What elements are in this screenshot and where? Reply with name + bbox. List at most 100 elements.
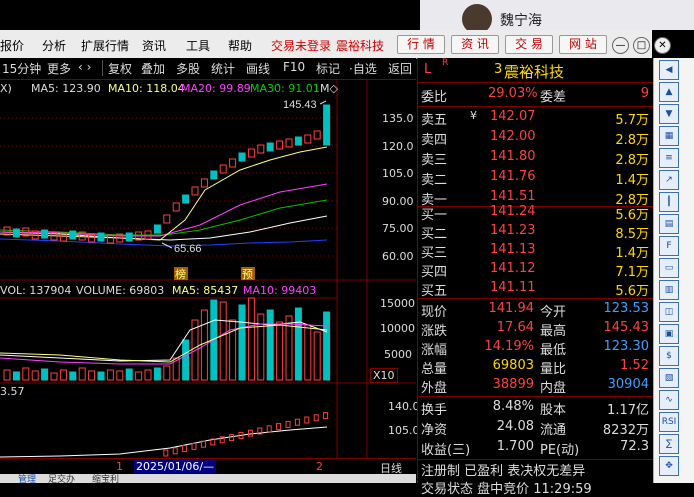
kline-chart[interactable]: 145.43 65.66 榜 预 [0,80,416,458]
menu-tools[interactable]: 工具 [186,37,210,54]
tab-item[interactable]: 足交办 [48,472,75,485]
stat-label: PE(动) [540,443,580,458]
stat-value: 1.700 [496,439,534,454]
tool-multi[interactable]: 多股 [176,60,200,77]
news-button[interactable]: 资 讯 [451,35,499,54]
wave-icon[interactable]: ∿ [659,390,679,410]
candle [266,142,274,152]
price-tick: 60.00 [382,250,414,263]
stock-icon[interactable]: $ [659,346,679,366]
volume-bar [266,309,274,381]
quote-row: 买四 141.12 7.1万 [418,260,653,280]
quote-row: 总量 69803 量比 1.52 [418,357,653,377]
stat-value: 24.08 [496,419,534,434]
stat-value: 30904 [607,377,649,392]
volume-bar [276,321,284,381]
volume-bar [313,331,321,381]
candle [276,140,284,150]
more-button[interactable]: 更多 [47,60,71,77]
volume-bar [78,367,86,381]
tool-overlay[interactable]: 叠加 [141,60,165,77]
menu-quote[interactable]: 报价 [0,37,24,54]
rsi-icon[interactable]: RSI [659,412,679,432]
tool-mark[interactable]: 标记 [316,60,340,77]
stat-label: 现价 [421,305,448,320]
quote-row: 卖二 141.76 1.4万 [418,168,653,188]
tab-manage[interactable]: 管理 [18,472,36,485]
kline-icon[interactable]: ┃ [659,192,679,212]
candle [238,152,246,162]
stat-value: 14.19% [484,339,534,354]
tool-f10[interactable]: F10 [283,60,305,74]
nav-arrows[interactable]: ‹ › [78,60,91,74]
buy-level-label: 买二 [421,227,448,242]
stat-value: 123.53 [603,301,650,316]
weibi-value: 29.03% [488,86,538,101]
buy-volume: 5.6万 [615,284,649,299]
tag-rank: 榜 [175,267,186,281]
menu-analysis[interactable]: 分析 [42,37,66,54]
minimize-button[interactable]: — [612,37,629,54]
volume-bar [3,369,11,381]
indicator-bar [172,447,178,455]
tab-item[interactable]: 缩宝利 [92,472,119,485]
list-icon[interactable]: ≡ [659,148,679,168]
weicha-label: 委差 [540,90,567,105]
volume-bar [323,311,331,381]
tool-stats[interactable]: 统计 [211,60,235,77]
bottom-tabs: 管理 足交办 缩宝利 [0,472,416,485]
price-tick: 90.00 [382,195,414,208]
volume-bar [41,368,49,381]
tool-watchlist[interactable]: ·自选 [349,60,377,77]
menu-news[interactable]: 资讯 [142,37,166,54]
price-tick: 75.00 [382,222,414,235]
tool-back[interactable]: 返回 [388,60,412,77]
sell-level-label: 卖三 [421,153,448,168]
volume-bar [12,371,20,381]
buy-volume: 7.1万 [615,265,649,280]
maximize-button[interactable]: □ [633,37,650,54]
f10-icon[interactable]: F [659,236,679,256]
vol-ma5: MA5: 85437 [172,284,239,297]
stat-value: 1.17亿 [607,403,649,418]
mark-r: R [442,58,449,68]
menu-help[interactable]: 帮助 [228,37,252,54]
period-selector[interactable]: 15分钟 [2,60,41,77]
stat-value: 69803 [492,358,534,373]
arrow-left-icon[interactable]: ◀ [659,60,679,80]
volume-bar [304,324,312,381]
chart-icon[interactable]: ▥ [659,280,679,300]
quote-row: 外盘 38899 内盘 30904 [418,376,653,396]
stat-label: 股本 [540,403,567,418]
tool-draw[interactable]: 画线 [246,60,270,77]
indicator-icon[interactable]: ∑ [659,434,679,454]
sell-price: 142.00 [490,129,536,144]
move-icon[interactable]: ✥ [659,456,679,476]
menu-extended[interactable]: 扩展行情 [81,37,129,54]
window-icon[interactable]: ◫ [659,302,679,322]
quote-button[interactable]: 行 情 [397,35,445,54]
stat-label: 净资 [421,423,448,438]
panel-icon[interactable]: ▧ [659,368,679,388]
price-tick: 135.0 [382,112,414,125]
grid-icon[interactable]: ▦ [659,126,679,146]
trend-icon[interactable]: ↗ [659,170,679,190]
trade-button[interactable]: 交 易 [505,35,553,54]
website-button[interactable]: 网 站 [559,35,607,54]
volume-bar [125,368,133,381]
close-button[interactable]: ✕ [654,37,671,54]
arrow-down-icon[interactable]: ▼ [659,104,679,124]
side-toolbar: ◀ ▲ ▼ ▦ ≡ ↗ ┃ ▤ F ▭ ▥ ◫ ▣ $ ▧ ∿ RSI ∑ ✥ [653,58,694,483]
quote-row: 买三 141.13 1.4万 [418,241,653,261]
tool-fuquan[interactable]: 复权 [108,60,132,77]
table-icon[interactable]: ▤ [659,214,679,234]
kline-more[interactable]: M◇ [320,82,338,95]
doc-icon[interactable]: ▭ [659,258,679,278]
volume-bar [22,367,30,381]
buy-volume: 8.5万 [615,227,649,242]
trade-status[interactable]: 交易未登录 [271,37,331,54]
arrow-up-icon[interactable]: ▲ [659,82,679,102]
price-tick: 105.0 [382,167,414,180]
low-label: 65.66 [174,243,202,255]
board-icon[interactable]: ▣ [659,324,679,344]
